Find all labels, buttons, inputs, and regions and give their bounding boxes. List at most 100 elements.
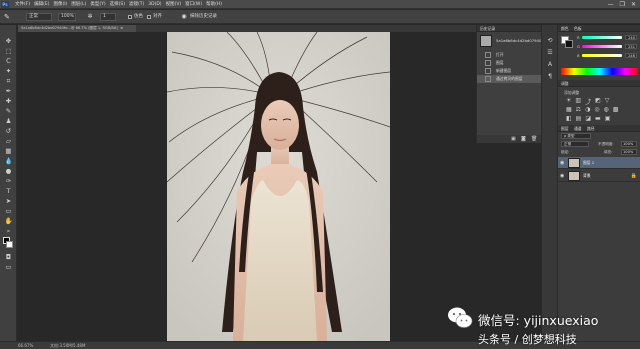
- layer-fill-field[interactable]: 100%: [621, 149, 637, 155]
- airbrush-icon[interactable]: ✲: [86, 13, 94, 21]
- menu-filter[interactable]: 滤镜(T): [129, 1, 144, 8]
- tab-color[interactable]: 颜色: [561, 25, 569, 32]
- history-brush-tool-icon[interactable]: ↺: [4, 127, 13, 135]
- hand-tool-icon[interactable]: ✋: [4, 217, 13, 225]
- new-document-from-state-icon[interactable]: ▣: [511, 136, 516, 142]
- lasso-tool-icon[interactable]: ᑕ: [4, 57, 13, 65]
- brightness-icon[interactable]: ☀: [566, 97, 571, 106]
- menu-edit[interactable]: 编辑(E): [34, 1, 49, 8]
- delete-state-icon[interactable]: 🗑: [531, 136, 537, 142]
- photo-filter-icon[interactable]: ◎: [594, 106, 599, 113]
- shape-tool-icon[interactable]: ▭: [4, 207, 13, 215]
- layer-row-background[interactable]: ◉ 背景 🔒: [558, 170, 640, 182]
- document-canvas-photo[interactable]: [167, 32, 390, 341]
- layer-kind-filter[interactable]: ρ 类型: [561, 133, 591, 139]
- menu-view[interactable]: 视图(V): [166, 1, 182, 8]
- history-panel-icon[interactable]: ⟲: [546, 37, 554, 45]
- close-window-button[interactable]: ✕: [631, 1, 636, 8]
- background-color-swatch[interactable]: [6, 241, 13, 248]
- color-balance-icon[interactable]: ⚖: [576, 106, 581, 113]
- crop-tool-icon[interactable]: ⌗: [4, 77, 13, 85]
- menu-type[interactable]: 类型(Y): [90, 1, 105, 8]
- color-bg-swatch[interactable]: [565, 40, 573, 48]
- restore-button[interactable]: ❐: [620, 1, 625, 8]
- path-select-tool-icon[interactable]: ➤: [4, 197, 13, 205]
- minimize-button[interactable]: —: [608, 1, 614, 8]
- tab-layers[interactable]: 图层: [561, 125, 569, 132]
- layer-blend-mode-select[interactable]: 正常: [561, 141, 589, 147]
- tab-channels[interactable]: 通道: [574, 125, 582, 132]
- red-channel-value[interactable]: 240: [625, 35, 637, 40]
- zoom-tool-icon[interactable]: ⌕: [4, 227, 13, 235]
- layer-opacity-field[interactable]: 100%: [621, 141, 637, 147]
- close-tab-icon[interactable]: ×: [120, 26, 123, 30]
- history-brush-tool-icon[interactable]: ✎: [4, 13, 12, 21]
- move-tool-icon[interactable]: ✥: [4, 37, 13, 45]
- visibility-eye-icon[interactable]: ◉: [560, 173, 564, 179]
- canvas-area[interactable]: [18, 32, 476, 341]
- healing-tool-icon[interactable]: ✚: [4, 97, 13, 105]
- green-channel-slider[interactable]: [582, 45, 622, 48]
- menu-help[interactable]: 帮助(H): [206, 1, 222, 8]
- align-checkbox[interactable]: [147, 15, 151, 19]
- red-channel-slider[interactable]: [582, 36, 622, 39]
- menu-window[interactable]: 窗口(W): [185, 1, 202, 8]
- zoom-level[interactable]: 66.67%: [18, 343, 33, 349]
- hue-saturation-icon[interactable]: ▦: [566, 106, 572, 113]
- dodge-tool-icon[interactable]: ●: [4, 167, 13, 175]
- color-spectrum-ramp[interactable]: [561, 68, 638, 75]
- screen-mode-icon[interactable]: ▭: [4, 263, 13, 271]
- green-channel-value[interactable]: 251: [625, 44, 637, 49]
- stamp-tool-icon[interactable]: ♟: [4, 117, 13, 125]
- levels-icon[interactable]: ▥: [575, 97, 581, 106]
- gradient-tool-icon[interactable]: ▦: [4, 147, 13, 155]
- tab-swatches[interactable]: 色板: [574, 25, 582, 32]
- threshold-icon[interactable]: ◪: [585, 115, 591, 122]
- blue-channel-slider[interactable]: [582, 54, 622, 57]
- vibrance-icon[interactable]: ▽: [605, 97, 610, 106]
- visibility-eye-icon[interactable]: ◉: [560, 160, 564, 166]
- black-white-icon[interactable]: ◑: [585, 106, 590, 113]
- blue-channel-value[interactable]: 246: [625, 53, 637, 58]
- gradient-map-icon[interactable]: ▬: [595, 115, 601, 122]
- exposure-icon[interactable]: ◩: [595, 97, 601, 106]
- menu-image[interactable]: 图像(I): [53, 1, 67, 8]
- document-tab[interactable]: 5a1a6b6dc4d2bd07940fe...@ 66.7% (图层 1, R…: [18, 25, 136, 32]
- opacity-field[interactable]: 100%: [58, 13, 76, 21]
- menu-3d[interactable]: 3D(D): [148, 1, 161, 8]
- menu-file[interactable]: 文件(F): [15, 1, 30, 8]
- history-snapshot-thumbnail[interactable]: [480, 35, 492, 47]
- history-item[interactable]: 图层: [477, 59, 541, 67]
- invert-icon[interactable]: ◧: [566, 115, 572, 122]
- properties-panel-icon[interactable]: ☰: [546, 49, 554, 57]
- menu-layer[interactable]: 图层(L): [71, 1, 86, 8]
- brush-setting-field[interactable]: 1: [100, 13, 116, 21]
- type-tool-icon[interactable]: T: [4, 187, 13, 195]
- posterize-icon[interactable]: ▤: [576, 115, 582, 122]
- marquee-tool-icon[interactable]: ⬚: [4, 47, 13, 55]
- pen-tool-icon[interactable]: ✑: [4, 177, 13, 185]
- blend-mode-select[interactable]: 正常: [26, 13, 52, 21]
- color-lookup-icon[interactable]: ▩: [613, 106, 619, 113]
- character-panel-icon[interactable]: A: [546, 61, 554, 69]
- eyedropper-tool-icon[interactable]: ✒: [4, 87, 13, 95]
- pressure-icon[interactable]: ◉: [180, 13, 188, 21]
- layer-row-layer1[interactable]: ◉ 图层 1: [558, 157, 640, 169]
- create-snapshot-icon[interactable]: ◙: [521, 136, 526, 142]
- quick-select-tool-icon[interactable]: ✦: [4, 67, 13, 75]
- menu-select[interactable]: 选择(S): [110, 1, 125, 8]
- dither-checkbox[interactable]: [128, 15, 132, 19]
- selective-color-icon[interactable]: ▣: [605, 115, 611, 122]
- history-item[interactable]: 打开: [477, 51, 541, 59]
- tab-paths[interactable]: 路径: [587, 125, 595, 132]
- history-item[interactable]: 新建图层: [477, 67, 541, 75]
- paragraph-panel-icon[interactable]: ¶: [546, 73, 554, 81]
- eraser-tool-icon[interactable]: ▱: [4, 137, 13, 145]
- history-item[interactable]: 通过拷贝的图层: [477, 75, 541, 83]
- channel-mixer-icon[interactable]: ◍: [604, 106, 609, 113]
- quick-mask-icon[interactable]: ◘: [4, 253, 13, 261]
- curves-icon[interactable]: ⤴: [585, 97, 591, 106]
- brush-tool-icon[interactable]: ✎: [4, 107, 13, 115]
- blur-tool-icon[interactable]: 💧: [4, 157, 13, 165]
- tab-adjustments[interactable]: 调整: [561, 80, 569, 87]
